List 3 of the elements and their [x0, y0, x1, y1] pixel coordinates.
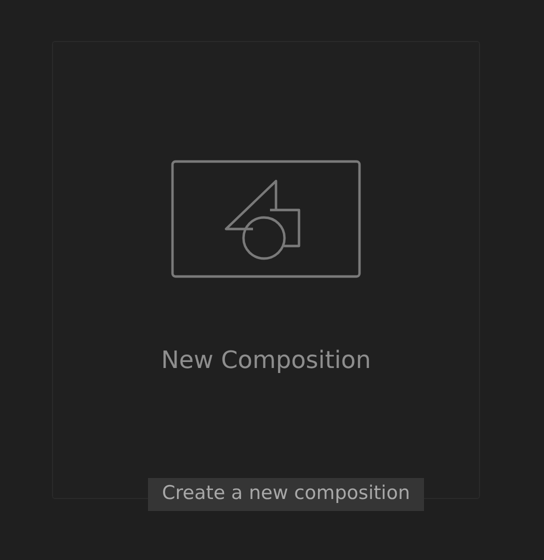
shapes-frame-icon: [171, 160, 361, 278]
tooltip: Create a new composition: [148, 478, 424, 511]
card-title: New Composition: [161, 346, 371, 375]
